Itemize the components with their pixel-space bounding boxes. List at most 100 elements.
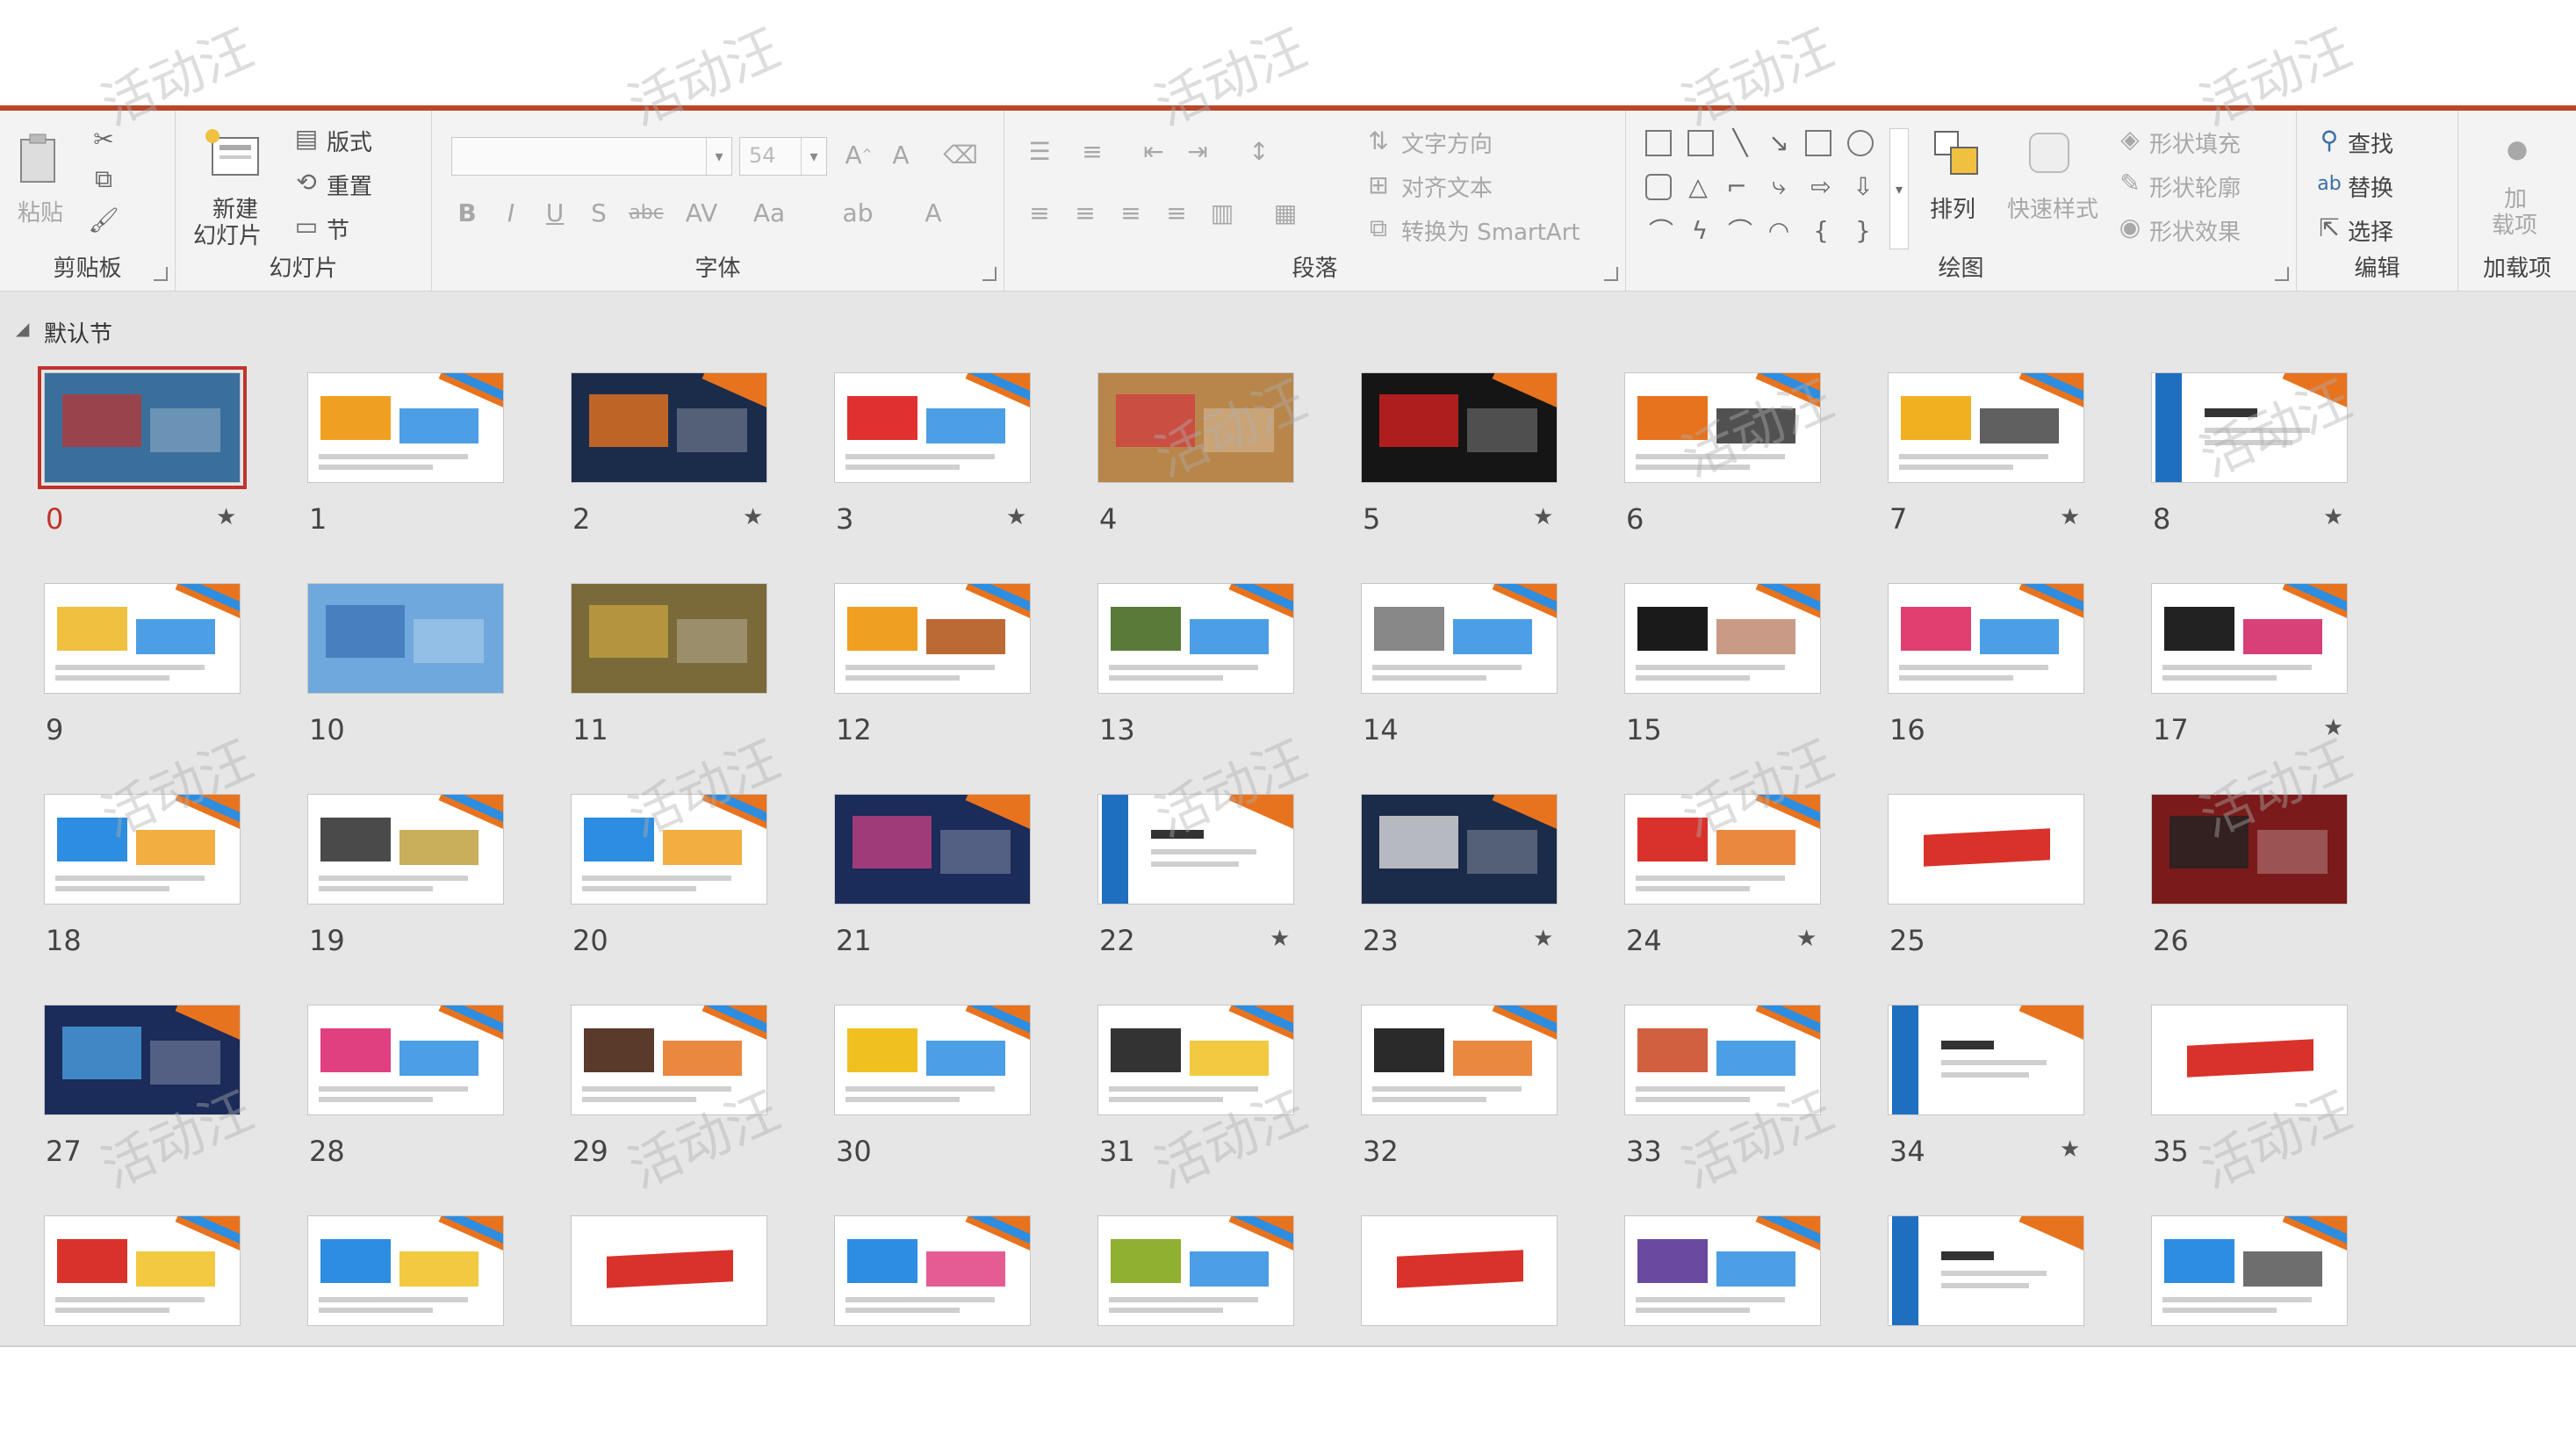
slide-thumbnail-item[interactable]: 16 — [1888, 583, 2090, 750]
slide-thumbnail-image[interactable] — [44, 1215, 241, 1326]
slide-thumbnail-item[interactable]: 13 — [1097, 583, 1299, 750]
line-shape-icon[interactable]: ╲ — [1724, 126, 1756, 158]
align-right-icon[interactable]: ≡ — [1113, 195, 1148, 230]
arrange-icon[interactable] — [1930, 126, 1982, 179]
chevron-down-icon[interactable]: ▾ — [706, 138, 731, 175]
slide-thumbnail-image[interactable] — [307, 794, 504, 905]
slide-thumbnail-item[interactable]: 0 ★ — [38, 366, 247, 539]
shape-outline-button[interactable]: 形状轮廓 — [2149, 170, 2241, 203]
rectangle-shape-icon[interactable] — [1805, 130, 1831, 156]
convert-smartart-button[interactable]: 转换为 SmartArt — [1401, 214, 1580, 247]
slide-thumbnail-image[interactable] — [1888, 794, 2084, 905]
quick-styles-icon[interactable] — [2023, 126, 2076, 179]
layout-button[interactable]: 版式 — [327, 125, 372, 157]
slide-thumbnail-item[interactable] — [307, 1215, 509, 1382]
rounded-rect-shape-icon[interactable] — [1645, 174, 1672, 200]
transition-star-icon[interactable]: ★ — [1270, 926, 1290, 952]
clipboard-launcher-icon[interactable] — [154, 267, 168, 281]
slide-thumbnail-item[interactable] — [1888, 1215, 2090, 1382]
slide-thumbnail-item[interactable]: 7 ★ — [1888, 372, 2090, 539]
justify-icon[interactable]: ≡ — [1159, 195, 1194, 230]
slide-thumbnail-item[interactable]: 32 — [1361, 1005, 1563, 1171]
slide-thumbnail-image[interactable] — [834, 1215, 1031, 1326]
drawing-launcher-icon[interactable] — [2275, 267, 2289, 281]
slide-thumbnail-item[interactable] — [1097, 1215, 1299, 1382]
slide-thumbnail-image[interactable] — [307, 1005, 504, 1115]
smartart-icon[interactable]: ⧉ — [1363, 213, 1394, 244]
copy-icon[interactable]: ⧉ — [88, 163, 119, 195]
slide-thumbnail-image[interactable] — [44, 583, 241, 694]
slide-thumbnail-item[interactable]: 8 ★ — [2151, 372, 2353, 539]
slide-thumbnail-item[interactable] — [834, 1215, 1036, 1382]
slide-thumbnail-image[interactable] — [307, 1215, 504, 1326]
select-button[interactable]: 选择 — [2348, 214, 2393, 247]
slide-thumbnail-image[interactable] — [1361, 1005, 1558, 1115]
oval-shape-icon[interactable] — [1847, 130, 1874, 156]
new-slide-label-2[interactable]: 幻灯片 — [193, 218, 262, 250]
freeform-shape-icon[interactable]: ⌒ — [1645, 214, 1677, 246]
slide-thumbnail-item[interactable]: 30 — [834, 1005, 1036, 1171]
slide-thumbnail-image[interactable] — [44, 1005, 241, 1115]
slide-thumbnail-item[interactable]: 29 — [571, 1005, 773, 1171]
paste-icon[interactable] — [16, 128, 60, 190]
paragraph-launcher-icon[interactable] — [1604, 267, 1618, 281]
slide-thumbnail-image[interactable] — [1097, 794, 1294, 905]
reset-icon[interactable]: ⟲ — [291, 167, 321, 197]
shadow-icon[interactable]: S — [583, 195, 615, 230]
shapes-gallery-scrollbar[interactable]: ▾ — [1889, 128, 1909, 249]
text-direction-icon[interactable]: ⇅ — [1363, 125, 1394, 156]
slide-thumbnail-image[interactable] — [834, 372, 1031, 483]
shape-fill-button[interactable]: 形状填充 — [2149, 126, 2241, 159]
slide-thumbnail-item[interactable]: 15 — [1624, 583, 1826, 750]
down-arrow-shape-icon[interactable]: ⇩ — [1847, 170, 1879, 202]
transition-star-icon[interactable]: ★ — [743, 504, 763, 530]
slide-thumbnail-item[interactable]: 14 — [1361, 583, 1563, 750]
elbow-connector-shape-icon[interactable]: ⌐ — [1721, 170, 1752, 202]
slide-thumbnail-image[interactable] — [571, 372, 767, 483]
reset-button[interactable]: 重置 — [327, 169, 372, 201]
slide-thumbnail-item[interactable]: 18 — [44, 794, 246, 961]
clear-format-icon[interactable]: ⌫ — [943, 137, 978, 172]
slide-thumbnail-item[interactable]: 20 — [571, 794, 773, 961]
align-text-button[interactable]: 对齐文本 — [1401, 170, 1493, 203]
slide-thumbnail-item[interactable]: 22 ★ — [1097, 794, 1299, 961]
slide-thumbnail-image[interactable] — [571, 794, 767, 905]
shape-outline-icon[interactable]: ✎ — [2116, 169, 2144, 198]
section-header[interactable]: 默认节 — [44, 316, 112, 349]
slide-thumbnail-image[interactable] — [2151, 1005, 2348, 1115]
slide-thumbnail-item[interactable]: 35 — [2151, 1005, 2353, 1171]
shape-effects-button[interactable]: 形状效果 — [2149, 214, 2241, 247]
slide-thumbnail-image[interactable] — [1361, 794, 1558, 905]
bold-icon[interactable]: B — [451, 195, 483, 230]
chevron-down-icon[interactable]: ▾ — [801, 138, 826, 175]
vertical-textbox-shape-icon[interactable] — [1687, 130, 1714, 156]
select-cursor-icon[interactable]: ⇱ — [2314, 213, 2344, 242]
slide-thumbnail-image[interactable] — [2151, 372, 2348, 483]
char-spacing-icon[interactable]: AV — [680, 195, 723, 230]
highlight-icon[interactable]: ab — [836, 195, 880, 230]
slide-thumbnail-item[interactable] — [1624, 1215, 1826, 1382]
arrange-button[interactable]: 排列 — [1930, 191, 1975, 224]
cut-icon[interactable]: ✂ — [88, 123, 119, 155]
slide-thumbnail-item[interactable]: 10 — [307, 583, 509, 750]
triangle-shape-icon[interactable]: △ — [1682, 170, 1714, 202]
slide-thumbnail-item[interactable]: 33 — [1624, 1005, 1826, 1171]
search-icon[interactable]: ⚲ — [2314, 125, 2344, 155]
slide-thumbnail-image[interactable] — [307, 372, 504, 483]
curve-shape-icon[interactable]: ⌒ — [1724, 214, 1756, 246]
slide-thumbnail-item[interactable]: 23 ★ — [1361, 794, 1563, 961]
font-launcher-icon[interactable] — [982, 267, 997, 281]
lightning-shape-icon[interactable]: ϟ — [1684, 214, 1716, 246]
right-brace-shape-icon[interactable]: } — [1847, 214, 1879, 246]
addins-button-line2[interactable]: 载项 — [2492, 207, 2537, 240]
slide-thumbnail-image[interactable] — [1624, 1215, 1821, 1326]
slide-thumbnail-image[interactable] — [2151, 1215, 2348, 1326]
slide-thumbnail-item[interactable]: 21 — [834, 794, 1036, 961]
slide-thumbnail-item[interactable]: 24 ★ — [1624, 794, 1826, 961]
transition-star-icon[interactable]: ★ — [2323, 504, 2343, 530]
numbering-icon[interactable]: ≡ — [1075, 133, 1110, 169]
transition-star-icon[interactable]: ★ — [2060, 504, 2080, 530]
increase-indent-icon[interactable]: ⇥ — [1180, 133, 1215, 169]
new-slide-icon[interactable] — [202, 123, 263, 184]
slide-thumbnail-image[interactable] — [1624, 372, 1821, 483]
